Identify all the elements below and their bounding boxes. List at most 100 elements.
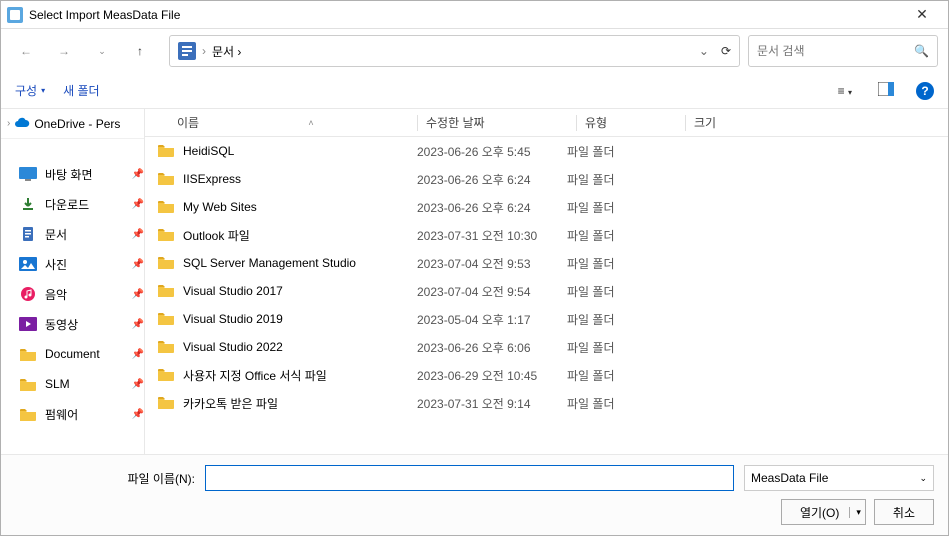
- close-button[interactable]: ✕: [902, 6, 942, 23]
- sidebar-item-4[interactable]: 음악📌: [1, 279, 144, 309]
- document-icon: [19, 225, 37, 243]
- sidebar-item-3[interactable]: 사진📌: [1, 249, 144, 279]
- file-row[interactable]: Visual Studio 20222023-06-26 오후 6:06파일 폴…: [145, 333, 948, 361]
- chevron-down-icon: ⌄: [919, 473, 927, 484]
- recent-button[interactable]: ⌄: [87, 36, 117, 66]
- file-date: 2023-06-26 오후 6:24: [417, 171, 567, 188]
- column-type[interactable]: 유형: [585, 114, 685, 131]
- address-bar[interactable]: › 문서 › ⌄ ⟳: [169, 35, 740, 67]
- sidebar: › OneDrive - Pers 바탕 화면📌다운로드📌문서📌사진📌음악📌동영…: [1, 109, 145, 454]
- folder-icon: [19, 405, 37, 423]
- forward-button[interactable]: →: [49, 36, 79, 66]
- search-box[interactable]: 🔍: [748, 35, 938, 67]
- sidebar-onedrive[interactable]: › OneDrive - Pers: [1, 109, 144, 139]
- refresh-button[interactable]: ⟳: [721, 44, 731, 58]
- file-row[interactable]: IISExpress2023-06-26 오후 6:24파일 폴더: [145, 165, 948, 193]
- file-type: 파일 폴더: [567, 367, 667, 384]
- sidebar-item-label: 사진: [45, 256, 124, 273]
- folder-icon: [157, 311, 175, 328]
- sidebar-item-label: 다운로드: [45, 196, 124, 213]
- back-button[interactable]: ←: [11, 36, 41, 66]
- sidebar-item-label: 음악: [45, 286, 124, 303]
- sidebar-item-8[interactable]: 펌웨어 📌: [1, 399, 144, 429]
- file-row[interactable]: Visual Studio 20172023-07-04 오전 9:54파일 폴…: [145, 277, 948, 305]
- pin-icon: 📌: [132, 169, 144, 180]
- sidebar-item-5[interactable]: 동영상 📌: [1, 309, 144, 339]
- help-button[interactable]: ?: [916, 82, 934, 100]
- chevron-down-icon: ▾: [41, 86, 45, 95]
- column-name[interactable]: 이름˄: [157, 114, 417, 131]
- pin-icon: 📌: [132, 199, 144, 210]
- address-dropdown-icon[interactable]: ⌄: [699, 44, 709, 58]
- folder-icon: [157, 199, 175, 216]
- file-row[interactable]: My Web Sites2023-06-26 오후 6:24파일 폴더: [145, 193, 948, 221]
- sidebar-item-0[interactable]: 바탕 화면 📌: [1, 159, 144, 189]
- desktop-icon: [19, 165, 37, 183]
- file-name: SQL Server Management Studio: [183, 256, 356, 270]
- file-name: Visual Studio 2019: [183, 312, 283, 326]
- file-row[interactable]: HeidiSQL 2023-06-26 오후 5:45파일 폴더: [145, 137, 948, 165]
- file-date: 2023-06-26 오후 6:24: [417, 199, 567, 216]
- folder-icon: [157, 227, 175, 244]
- open-dropdown-icon[interactable]: ▾: [849, 507, 861, 518]
- file-row[interactable]: Outlook 파일 2023-07-31 오전 10:30파일 폴더: [145, 221, 948, 249]
- sidebar-item-6[interactable]: Document📌: [1, 339, 144, 369]
- up-button[interactable]: ↑: [125, 36, 155, 66]
- file-name: 사용자 지정 Office 서식 파일: [183, 367, 327, 384]
- download-icon: [19, 195, 37, 213]
- organize-button[interactable]: 구성▾: [15, 82, 45, 99]
- sidebar-item-label: 펌웨어: [45, 406, 124, 423]
- file-name: Visual Studio 2017: [183, 284, 283, 298]
- file-row[interactable]: 카카오톡 받은 파일2023-07-31 오전 9:14파일 폴더: [145, 389, 948, 417]
- new-folder-button[interactable]: 새 폴더: [63, 82, 99, 99]
- sidebar-item-label: 바탕 화면: [45, 166, 124, 183]
- cloud-icon: [14, 116, 30, 132]
- toolbar: 구성▾ 새 폴더 ≡ ▾ ?: [1, 73, 948, 109]
- file-name: HeidiSQL: [183, 144, 234, 158]
- column-size[interactable]: 크기: [694, 114, 754, 131]
- sidebar-item-1[interactable]: 다운로드 📌: [1, 189, 144, 219]
- sidebar-item-label: SLM: [45, 377, 124, 391]
- sidebar-item-2[interactable]: 문서📌: [1, 219, 144, 249]
- chevron-right-icon: ›: [202, 44, 206, 58]
- file-date: 2023-07-31 오전 9:14: [417, 395, 567, 412]
- window-title: Select Import MeasData File: [29, 8, 902, 22]
- file-type: 파일 폴더: [567, 339, 667, 356]
- document-icon: [178, 42, 196, 60]
- file-name: Outlook 파일: [183, 227, 250, 244]
- pin-icon: 📌: [132, 319, 144, 330]
- address-path: 문서 ›: [212, 43, 693, 60]
- folder-icon: [157, 339, 175, 356]
- open-button[interactable]: 열기(O)▾: [781, 499, 866, 525]
- file-name: My Web Sites: [183, 200, 257, 214]
- folder-icon: [157, 171, 175, 188]
- file-type: 파일 폴더: [567, 255, 667, 272]
- video-icon: [19, 315, 37, 333]
- file-row[interactable]: SQL Server Management Studio 2023-07-04 오…: [145, 249, 948, 277]
- file-type: 파일 폴더: [567, 227, 667, 244]
- file-date: 2023-07-31 오전 10:30: [417, 227, 567, 244]
- filename-input[interactable]: [205, 465, 734, 491]
- pin-icon: 📌: [132, 409, 144, 420]
- file-row[interactable]: Visual Studio 20192023-05-04 오후 1:17파일 폴…: [145, 305, 948, 333]
- file-type-filter[interactable]: MeasData File⌄: [744, 465, 934, 491]
- file-type: 파일 폴더: [567, 143, 667, 160]
- file-date: 2023-07-04 오전 9:53: [417, 255, 567, 272]
- app-icon: [7, 7, 23, 23]
- folder-icon: [19, 345, 37, 363]
- main-area: › OneDrive - Pers 바탕 화면📌다운로드📌문서📌사진📌음악📌동영…: [1, 109, 948, 454]
- filename-label: 파일 이름(N):: [15, 470, 195, 487]
- file-row[interactable]: 사용자 지정 Office 서식 파일2023-06-29 오전 10:45파일…: [145, 361, 948, 389]
- sidebar-item-label: 문서: [45, 226, 124, 243]
- folder-icon: [157, 283, 175, 300]
- search-input[interactable]: [757, 44, 914, 58]
- nav-bar: ← → ⌄ ↑ › 문서 › ⌄ ⟳ 🔍: [1, 29, 948, 73]
- sidebar-item-7[interactable]: SLM📌: [1, 369, 144, 399]
- column-date[interactable]: 수정한 날짜: [426, 114, 576, 131]
- cancel-button[interactable]: 취소: [874, 499, 934, 525]
- chevron-right-icon: ›: [7, 118, 10, 129]
- file-date: 2023-06-26 오후 5:45: [417, 143, 567, 160]
- view-list-button[interactable]: ≡ ▾: [834, 80, 856, 102]
- preview-pane-button[interactable]: [874, 78, 898, 103]
- sidebar-item-label: 동영상: [45, 316, 124, 333]
